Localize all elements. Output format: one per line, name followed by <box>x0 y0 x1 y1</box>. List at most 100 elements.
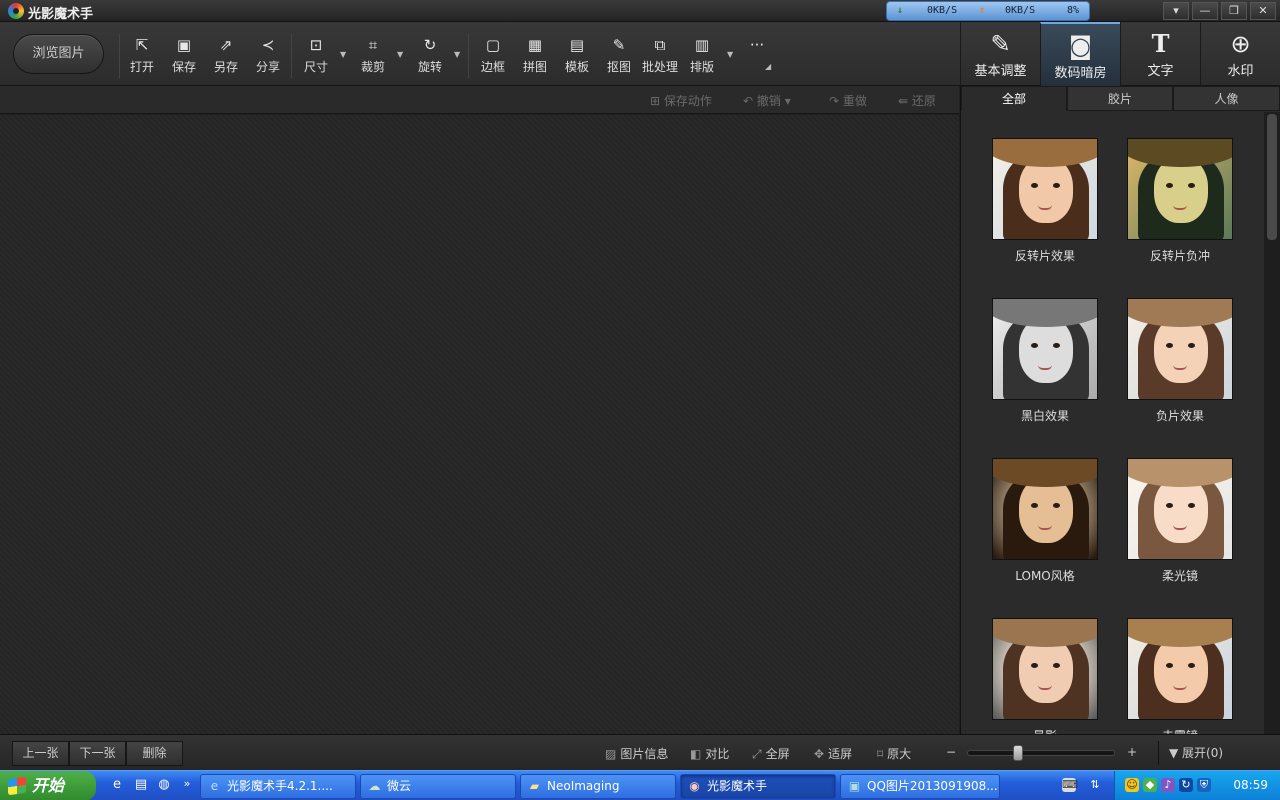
crop-icon: ⌗ <box>368 36 378 54</box>
batch-button[interactable]: ⧉ 批处理 <box>638 36 682 80</box>
border-button[interactable]: ▢ 边框 <box>473 36 513 80</box>
effect-label: 去雾镜 <box>1126 727 1234 734</box>
restore-original-button[interactable]: ⇚ 还原 <box>898 92 936 109</box>
browser-quicklaunch-icon[interactable]: ◍ <box>155 777 173 795</box>
effect-item[interactable]: LOMO风格 <box>991 458 1099 584</box>
effect-item[interactable]: 去雾镜 <box>1126 618 1234 734</box>
mode-watermark[interactable]: ⊕ 水印 <box>1200 22 1280 86</box>
next-image-button[interactable]: 下一张 <box>69 741 126 766</box>
clock[interactable]: 08:59 <box>1233 778 1268 792</box>
taskbar-item[interactable]: e 光影魔术手4.2.1.... <box>200 774 356 799</box>
app-window: 光影魔术手 ↓ 0KB/S ↑ 0KB/S 8% ▾ — ❐ ✕ 浏览图片 ⇱ 打… <box>0 0 1280 800</box>
resize-dropdown-icon[interactable]: ▼ <box>340 50 346 59</box>
original-size-icon: ⌑ <box>877 747 884 761</box>
mode-text[interactable]: T 文字 <box>1120 22 1200 86</box>
effect-item[interactable]: 负片效果 <box>1126 298 1234 424</box>
fit-screen-icon: ✥ <box>814 747 825 761</box>
image-info-button[interactable]: ▨ 图片信息 <box>605 745 668 762</box>
browse-images-button[interactable]: 浏览图片 <box>13 34 104 74</box>
effect-item[interactable]: 黑白效果 <box>991 298 1099 424</box>
open-button[interactable]: ⇱ 打开 <box>122 36 162 80</box>
more-tools-button[interactable]: ··· <box>738 36 776 80</box>
save-action-button[interactable]: ⊞ 保存动作 <box>650 92 712 109</box>
upload-speed: 0KB/S <box>1005 5 1036 16</box>
network-tray-icon[interactable]: ◆ <box>1143 778 1157 792</box>
fit-screen-button[interactable]: ✥ 适屏 <box>814 745 852 762</box>
ie-quicklaunch-icon[interactable]: e <box>108 777 126 795</box>
keyboard-tray-icon[interactable]: ⌨ <box>1062 778 1078 792</box>
tab-all[interactable]: 全部 <box>961 86 1067 111</box>
restore-button[interactable]: ❐ <box>1221 2 1247 20</box>
effect-label: 反转片负冲 <box>1149 249 1210 263</box>
app-icon: ◉ <box>689 779 700 793</box>
collage-button[interactable]: ▦ 拼图 <box>515 36 555 80</box>
collage-icon: ▦ <box>527 36 543 54</box>
rotate-button[interactable]: ↻ 旋转 <box>410 36 450 80</box>
tab-film[interactable]: 胶片 <box>1067 86 1173 111</box>
save-button[interactable]: ▣ 保存 <box>164 36 204 80</box>
layout-dropdown-icon[interactable]: ▼ <box>727 50 733 59</box>
taskbar-item[interactable]: ▰ NeoImaging <box>520 774 676 799</box>
save-as-button[interactable]: ⇗ 另存 <box>206 36 246 80</box>
fullscreen-button[interactable]: ⤢ 全屏 <box>752 745 790 762</box>
template-button[interactable]: ▤ 模板 <box>557 36 597 80</box>
crop-dropdown-icon[interactable]: ▼ <box>397 50 403 59</box>
original-size-button[interactable]: ⌑ 原大 <box>877 745 911 762</box>
minimize-button[interactable]: — <box>1192 2 1218 20</box>
tab-portrait[interactable]: 人像 <box>1173 86 1280 111</box>
effect-label: 柔光镜 <box>1161 569 1198 583</box>
effect-label: 晕影 <box>991 727 1099 734</box>
scrollbar-thumb[interactable] <box>1267 114 1277 240</box>
effect-item[interactable]: 晕影 <box>991 618 1099 734</box>
taskbar-item[interactable]: ▣ QQ图片2013091908... <box>840 774 1000 799</box>
redo-button[interactable]: ↷ 重做 <box>829 92 867 109</box>
effect-label: 反转片效果 <box>1014 249 1075 263</box>
zoom-out-button[interactable]: − <box>946 745 956 759</box>
effect-item[interactable]: 反转片效果 <box>991 138 1099 264</box>
rotate-dropdown-icon[interactable]: ▼ <box>454 50 460 59</box>
qq-tray-icon[interactable]: ☺ <box>1125 778 1139 792</box>
zoom-in-button[interactable]: + <box>1127 745 1137 759</box>
caret-down-icon: ▼ <box>1169 746 1183 760</box>
start-button[interactable]: 开始 <box>0 771 96 800</box>
previous-image-button[interactable]: 上一张 <box>12 741 69 766</box>
quicklaunch-overflow-icon[interactable]: » <box>178 777 196 795</box>
effects-grid: 反转片效果 反转片负冲黑白效果 负片效果 LOMO风格 柔光镜晕影 去雾镜 <box>961 112 1263 734</box>
camera-icon: ◙ <box>1068 32 1093 60</box>
layout-button[interactable]: ▥ 排版 <box>682 36 722 80</box>
effect-item[interactable]: 反转片负冲 <box>1126 138 1234 264</box>
crop-button[interactable]: ⌗ 裁剪 <box>353 36 393 80</box>
effect-thumbnail <box>992 618 1098 720</box>
toolbar-expand-icon[interactable]: ◢ <box>765 62 771 71</box>
menu-dropdown-button[interactable]: ▾ <box>1163 2 1189 20</box>
zoom-slider-knob[interactable] <box>1013 745 1023 761</box>
redo-icon: ↷ <box>829 94 843 108</box>
main-toolbar: 浏览图片 ⇱ 打开 ▣ 保存 ⇗ 另存 ≺ 分享 ⊡ 尺寸 ▼ ⌗ 裁剪 ▼ ↻ 旋转 ▼ ▢… <box>0 22 1280 86</box>
effect-item[interactable]: 柔光镜 <box>1126 458 1234 584</box>
zoom-slider[interactable] <box>967 745 1115 761</box>
effect-thumbnail <box>1127 298 1233 400</box>
effects-scrollbar[interactable] <box>1264 112 1280 734</box>
taskbar-item[interactable]: ◉ 光影魔术手 <box>680 774 836 799</box>
delete-button[interactable]: 删除 <box>126 741 183 766</box>
cutout-button[interactable]: ✎ 抠图 <box>599 36 639 80</box>
undo-dropdown-icon[interactable]: ▾ <box>781 94 791 108</box>
update-tray-icon[interactable]: ↻ <box>1179 778 1193 792</box>
security-tray-icon[interactable]: ⛨ <box>1197 778 1211 792</box>
volume-tray-icon[interactable]: ♪ <box>1161 778 1175 792</box>
mode-basic-adjust[interactable]: ✎ 基本调整 <box>960 22 1040 86</box>
image-canvas[interactable] <box>0 115 959 734</box>
undo-button[interactable]: ↶ 撤销 ▾ <box>743 92 791 109</box>
expand-filmstrip-button[interactable]: ▼ 展开(0) <box>1158 741 1274 765</box>
desktop-quicklaunch-icon[interactable]: ▤ <box>132 777 150 795</box>
compare-button[interactable]: ◧ 对比 <box>690 745 729 762</box>
mode-digital-darkroom[interactable]: ◙ 数码暗房 <box>1040 22 1120 86</box>
download-arrow-icon: ↓ <box>897 5 904 16</box>
resize-button[interactable]: ⊡ 尺寸 <box>296 36 336 80</box>
close-button[interactable]: ✕ <box>1250 2 1276 20</box>
share-button[interactable]: ≺ 分享 <box>248 36 288 80</box>
ime-tray-icon[interactable]: ⇅ <box>1088 778 1102 792</box>
taskbar-item[interactable]: ☁ 微云 <box>360 774 516 799</box>
resize-icon: ⊡ <box>309 36 323 54</box>
network-monitor[interactable]: ↓ 0KB/S ↑ 0KB/S 8% <box>886 1 1090 21</box>
